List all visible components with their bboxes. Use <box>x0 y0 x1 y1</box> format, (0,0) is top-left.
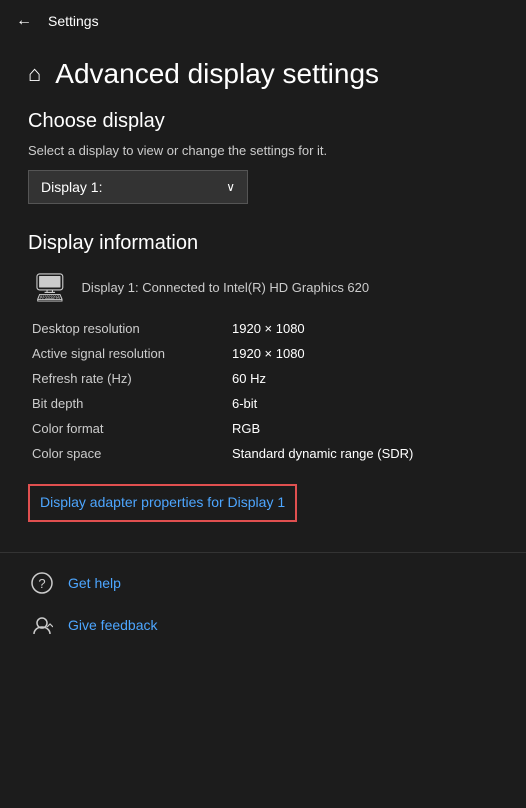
adapter-link[interactable]: Display adapter properties for Display 1 <box>40 494 285 510</box>
row-value: 1920 × 1080 <box>228 316 498 341</box>
display-info-table: Desktop resolution1920 × 1080Active sign… <box>28 316 498 466</box>
svg-text:?: ? <box>38 576 45 591</box>
title-bar-text: Settings <box>48 13 99 29</box>
choose-display-desc: Select a display to view or change the s… <box>28 143 498 158</box>
row-value: 60 Hz <box>228 366 498 391</box>
adapter-link-container: Display adapter properties for Display 1 <box>28 484 297 522</box>
get-help-text: Get help <box>68 575 121 591</box>
give-feedback-icon <box>28 611 56 639</box>
chevron-down-icon: ∨ <box>226 180 235 194</box>
monitor-icon: 🖥 <box>32 271 68 304</box>
title-bar: ← Settings <box>0 0 526 42</box>
row-value: Standard dynamic range (SDR) <box>228 441 498 466</box>
give-feedback-text: Give feedback <box>68 617 158 633</box>
row-label: Active signal resolution <box>28 341 228 366</box>
table-row: Color spaceStandard dynamic range (SDR) <box>28 441 498 466</box>
give-feedback-item[interactable]: Give feedback <box>28 611 498 639</box>
table-row: Active signal resolution1920 × 1080 <box>28 341 498 366</box>
display-info-section: Display information 🖥 Display 1: Connect… <box>28 232 498 544</box>
display-dropdown[interactable]: Display 1: ∨ <box>28 170 248 204</box>
page-title: Advanced display settings <box>55 58 379 90</box>
display-connected-text: Display 1: Connected to Intel(R) HD Grap… <box>82 280 370 295</box>
table-row: Color formatRGB <box>28 416 498 441</box>
row-label: Refresh rate (Hz) <box>28 366 228 391</box>
row-value: 1920 × 1080 <box>228 341 498 366</box>
content-area: Choose display Select a display to view … <box>0 110 526 544</box>
home-icon: ⌂ <box>28 61 41 87</box>
back-button[interactable]: ← <box>16 12 32 30</box>
dropdown-container: Display 1: ∨ <box>28 170 498 204</box>
display-info-title: Display information <box>28 232 498 255</box>
row-label: Desktop resolution <box>28 316 228 341</box>
choose-display-title: Choose display <box>28 110 498 133</box>
choose-display-section: Choose display Select a display to view … <box>28 110 498 204</box>
footer-links: ? Get help Give feedback <box>0 569 526 639</box>
row-value: RGB <box>228 416 498 441</box>
row-label: Color format <box>28 416 228 441</box>
get-help-icon: ? <box>28 569 56 597</box>
table-row: Desktop resolution1920 × 1080 <box>28 316 498 341</box>
divider <box>0 552 526 553</box>
dropdown-value: Display 1: <box>41 179 102 195</box>
row-value: 6-bit <box>228 391 498 416</box>
row-label: Bit depth <box>28 391 228 416</box>
page-header: ⌂ Advanced display settings <box>0 42 526 110</box>
get-help-item[interactable]: ? Get help <box>28 569 498 597</box>
display-icon-row: 🖥 Display 1: Connected to Intel(R) HD Gr… <box>28 271 498 304</box>
row-label: Color space <box>28 441 228 466</box>
table-row: Refresh rate (Hz)60 Hz <box>28 366 498 391</box>
table-row: Bit depth6-bit <box>28 391 498 416</box>
